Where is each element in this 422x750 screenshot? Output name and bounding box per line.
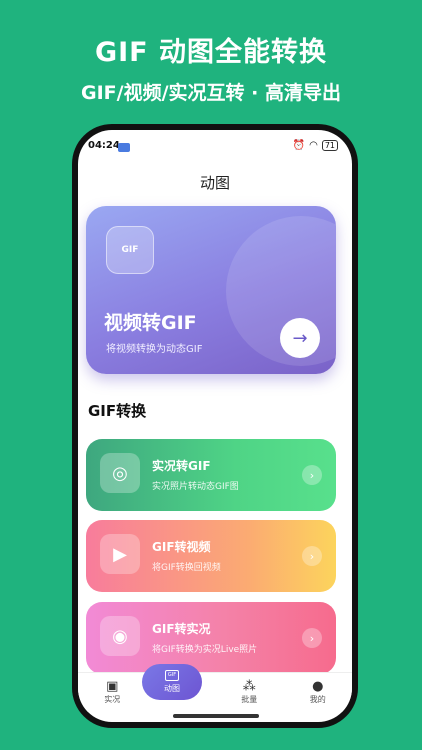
hero-subtitle: 将视频转换为动态GIF — [106, 344, 203, 355]
chevron-right-icon[interactable]: › — [302, 465, 322, 485]
card-title: GIF转视频 — [152, 540, 211, 554]
tab-label: 批量 — [241, 695, 258, 704]
card-subtitle: 将GIF转换为实况Live照片 — [152, 645, 258, 655]
person-icon: ● — [312, 679, 324, 694]
phone-frame: 04:24 ⏰ ◠ 71 动图 GIF 视频转GIF 将视频转换为动态GIF →… — [72, 124, 358, 728]
arrow-right-icon[interactable]: → — [280, 318, 320, 358]
card-subtitle: 实况照片转动态GIF图 — [152, 482, 239, 492]
batch-icon: ⁂ — [242, 679, 256, 694]
image-icon: ▣ — [106, 679, 119, 694]
video-to-gif-card[interactable]: GIF 视频转GIF 将视频转换为动态GIF → — [86, 206, 336, 374]
battery-icon: 71 — [321, 140, 338, 151]
live-photo-icon: ◎ — [100, 453, 140, 493]
app-screen: 04:24 ⏰ ◠ 71 动图 GIF 视频转GIF 将视频转换为动态GIF →… — [78, 130, 352, 722]
tab-label: 我的 — [309, 695, 326, 704]
hero-title: 视频转GIF — [104, 312, 197, 334]
gif-to-live-card[interactable]: ◉ GIF转实况 将GIF转换为实况Live照片 › — [86, 602, 336, 674]
card-title: 实况转GIF — [152, 459, 211, 473]
chevron-right-icon[interactable]: › — [302, 628, 322, 648]
notification-app-icon — [118, 143, 130, 152]
wifi-icon: ◠ — [309, 140, 318, 151]
live-to-gif-card[interactable]: ◎ 实况转GIF 实况照片转动态GIF图 › — [86, 439, 336, 511]
tab-label: 动图 — [164, 684, 180, 693]
chevron-right-icon[interactable]: › — [302, 546, 322, 566]
status-bar: 04:24 ⏰ ◠ 71 — [78, 140, 352, 156]
section-title: GIF转换 — [88, 402, 147, 420]
status-time: 04:24 — [88, 140, 120, 151]
promo-title: GIF 动图全能转换 — [94, 37, 328, 68]
card-subtitle: 将GIF转换回视频 — [152, 563, 221, 573]
tab-batch[interactable]: ⁂ 批量 — [215, 673, 284, 712]
camera-icon: ◉ — [100, 616, 140, 656]
status-icons: ⏰ ◠ 71 — [293, 140, 338, 151]
page-title: 动图 — [199, 174, 230, 192]
tab-live[interactable]: ▣ 实况 — [78, 673, 147, 712]
video-icon: ▶ — [100, 534, 140, 574]
gif-to-video-card[interactable]: ▶ GIF转视频 将GIF转换回视频 › — [86, 520, 336, 592]
gif-icon: GIF — [165, 670, 179, 681]
home-indicator[interactable] — [173, 714, 259, 718]
tab-mine[interactable]: ● 我的 — [284, 673, 353, 712]
gif-icon: GIF — [106, 226, 154, 274]
bottom-tab-bar: ▣ 实况 ⁂ 批量 ● 我的 — [78, 672, 352, 712]
card-title: GIF转实况 — [152, 622, 211, 636]
alarm-icon: ⏰ — [292, 140, 306, 151]
tab-label: 实况 — [104, 695, 121, 704]
tab-gif[interactable]: GIF 动图 — [142, 664, 202, 700]
promo-subtitle: GIF/视频/实况互转 · 高清导出 — [81, 82, 341, 104]
